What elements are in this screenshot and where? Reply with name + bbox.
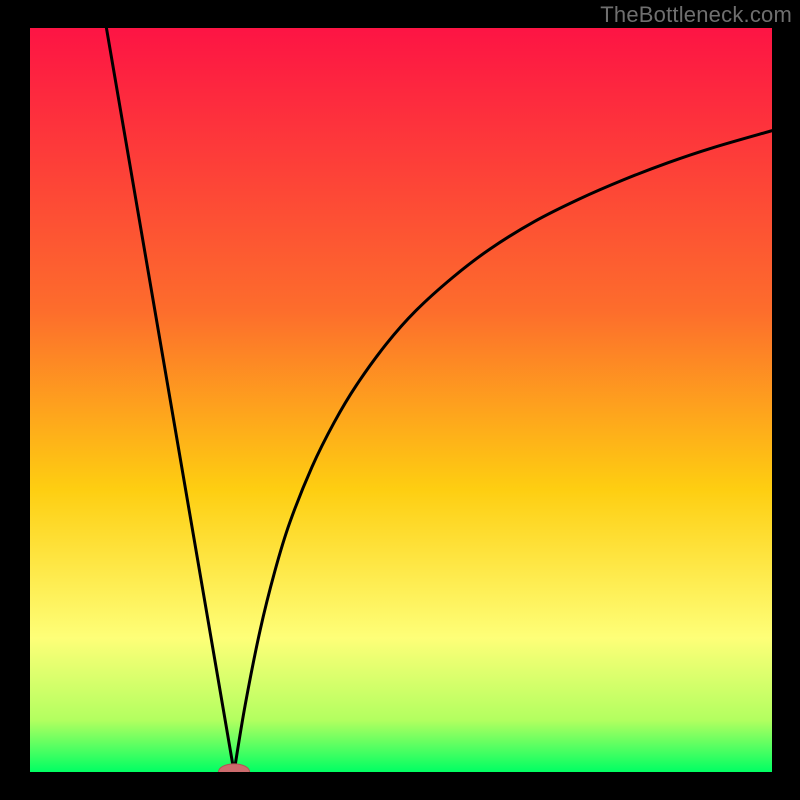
chart-svg	[30, 28, 772, 772]
chart-frame: TheBottleneck.com	[0, 0, 800, 800]
watermark-text: TheBottleneck.com	[600, 2, 792, 28]
plot-area	[30, 28, 772, 772]
gradient-bg	[30, 28, 772, 772]
